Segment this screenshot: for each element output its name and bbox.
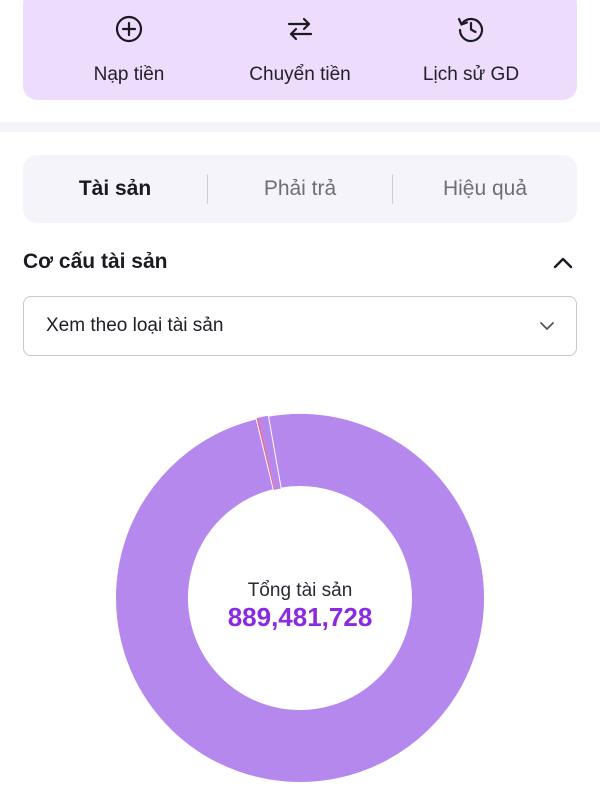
deposit-label: Nạp tiền [93, 64, 165, 85]
transfer-button[interactable]: Chuyển tiền [230, 0, 370, 100]
total-assets-label: Tổng tài sản [247, 580, 353, 601]
deposit-button[interactable]: Nạp tiền [59, 0, 199, 100]
transfer-label: Chuyển tiền [249, 64, 351, 85]
chevron-down-icon [540, 322, 554, 330]
history-label: Lịch sử GD [422, 64, 520, 85]
view-by-value: Xem theo loại tài sản [46, 315, 224, 336]
plus-circle-icon [115, 15, 143, 43]
transfer-arrows-icon [287, 17, 313, 41]
tab-assets[interactable]: Tài sản [23, 177, 207, 201]
asset-tabs: Tài sản Phải trả Hiệu quả [23, 155, 577, 223]
section-divider [0, 122, 600, 132]
quick-actions-panel: Nạp tiền Chuyển tiền Lịch sử GD [23, 0, 577, 100]
page: Nạp tiền Chuyển tiền Lịch sử GD Tài sản … [0, 0, 600, 800]
total-assets-value: 889,481,728 [227, 602, 373, 632]
history-clock-icon [457, 17, 484, 43]
tab-payables[interactable]: Phải trả [208, 177, 392, 201]
section-title: Cơ cấu tài sản [23, 250, 168, 273]
transaction-history-button[interactable]: Lịch sử GD [401, 0, 541, 100]
chevron-up-icon[interactable] [548, 250, 578, 276]
view-by-select[interactable]: Xem theo loại tài sản [23, 296, 577, 356]
tab-performance[interactable]: Hiệu quả [393, 177, 577, 201]
